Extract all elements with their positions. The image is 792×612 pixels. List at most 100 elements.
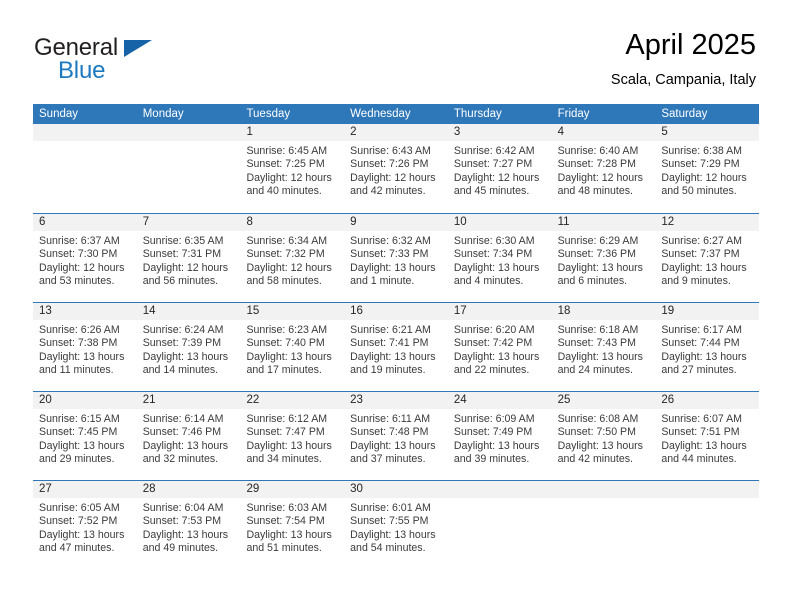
calendar-day-cell[interactable]: 15 Sunrise: 6:23 AM Sunset: 7:40 PM Dayligh… xyxy=(240,303,345,391)
day-number-band: 11 xyxy=(551,214,656,231)
day-detail-line: and 49 minutes. xyxy=(142,542,219,555)
calendar-day-cell[interactable]: 22 Sunrise: 6:12 AM Sunset: 7:47 PM Dayligh… xyxy=(240,392,345,480)
day-detail-line: Sunset: 7:27 PM xyxy=(453,158,533,171)
day-number: 10 xyxy=(453,216,467,228)
calendar-day-cell[interactable]: 12 Sunrise: 6:27 AM Sunset: 7:37 PM Dayligh… xyxy=(655,214,760,302)
calendar-day-cell[interactable]: 9 Sunrise: 6:32 AM Sunset: 7:33 PM Daylight… xyxy=(344,214,448,302)
day-detail-line: Sunrise: 6:12 AM xyxy=(246,413,328,425)
calendar-day-cell[interactable]: 17 Sunrise: 6:20 AM Sunset: 7:42 PM Dayligh… xyxy=(447,303,552,391)
day-number-band: 23 xyxy=(344,392,448,409)
day-detail-line: and 48 minutes. xyxy=(557,185,633,198)
day-detail-text: Sunrise: 6:18 AM Sunset: 7:43 PM Daylight:… xyxy=(552,320,656,378)
calendar-day-cell[interactable]: 20 Sunrise: 6:15 AM Sunset: 7:45 PM Dayligh… xyxy=(33,392,137,480)
day-detail-line: Daylight: 13 hours xyxy=(350,261,436,274)
calendar-day-cell[interactable]: 10 Sunrise: 6:30 AM Sunset: 7:34 PM Dayligh… xyxy=(447,214,552,302)
day-detail-line: and 51 minutes. xyxy=(246,542,322,555)
calendar-day-cell[interactable]: 18 Sunrise: 6:18 AM Sunset: 7:43 PM Dayligh… xyxy=(551,303,656,391)
day-number-band xyxy=(447,481,552,498)
day-detail-text: Sunrise: 6:08 AM Sunset: 7:50 PM Daylight:… xyxy=(552,409,656,467)
page-subtitle: Scala, Campania, Italy xyxy=(610,72,756,88)
day-detail-line: Sunset: 7:34 PM xyxy=(453,248,533,261)
day-detail-line: Sunrise: 6:05 AM xyxy=(39,502,120,514)
calendar-day-cell[interactable]: 29 Sunrise: 6:03 AM Sunset: 7:54 PM Dayligh… xyxy=(240,481,345,569)
day-detail-line: and 19 minutes. xyxy=(350,364,426,377)
day-detail-line: Sunset: 7:44 PM xyxy=(661,337,740,350)
calendar-day-cell[interactable]: 27 Sunrise: 6:05 AM Sunset: 7:52 PM Dayligh… xyxy=(33,481,137,569)
day-detail-line: and 54 minutes. xyxy=(350,542,426,555)
day-number: 22 xyxy=(246,394,260,406)
day-detail-line: and 34 minutes. xyxy=(246,453,322,466)
calendar-day-cell[interactable]: 4 Sunrise: 6:40 AM Sunset: 7:28 PM Daylight… xyxy=(551,124,656,213)
calendar-day-cell[interactable]: 23 Sunrise: 6:11 AM Sunset: 7:48 PM Dayligh… xyxy=(344,392,448,480)
day-detail-line: Sunrise: 6:08 AM xyxy=(557,413,639,425)
calendar-day-cell[interactable]: 2 Sunrise: 6:43 AM Sunset: 7:26 PM Daylight… xyxy=(344,124,448,213)
day-detail-line: Sunset: 7:40 PM xyxy=(246,337,325,350)
calendar-day-cell[interactable]: 28 Sunrise: 6:04 AM Sunset: 7:53 PM Dayligh… xyxy=(136,481,241,569)
day-detail-text: Sunrise: 6:37 AM Sunset: 7:30 PM Daylight:… xyxy=(33,231,137,289)
day-detail-line: and 44 minutes. xyxy=(661,453,737,466)
day-detail-line: and 47 minutes. xyxy=(39,542,115,555)
day-number-band: 10 xyxy=(447,214,552,231)
calendar-day-cell[interactable]: 6 Sunrise: 6:37 AM Sunset: 7:30 PM Daylight… xyxy=(33,214,137,302)
calendar-day-cell[interactable]: 1 Sunrise: 6:45 AM Sunset: 7:25 PM Daylight… xyxy=(240,124,345,213)
calendar-day-cell[interactable]: 5 Sunrise: 6:38 AM Sunset: 7:29 PM Daylight… xyxy=(655,124,760,213)
day-number: 30 xyxy=(350,483,363,495)
brand-logo[interactable]: General Blue xyxy=(34,34,234,86)
day-number-band: 18 xyxy=(551,303,656,320)
day-detail-line: and 14 minutes. xyxy=(142,364,219,377)
calendar-day-cell[interactable]: 13 Sunrise: 6:26 AM Sunset: 7:38 PM Dayligh… xyxy=(33,303,137,391)
day-detail-line: Daylight: 12 hours xyxy=(142,261,229,274)
day-detail-text: Sunrise: 6:01 AM Sunset: 7:55 PM Daylight:… xyxy=(344,498,448,556)
calendar-day-cell[interactable]: 7 Sunrise: 6:35 AM Sunset: 7:31 PM Daylight… xyxy=(136,214,241,302)
day-detail-text: Sunrise: 6:03 AM Sunset: 7:54 PM Daylight:… xyxy=(240,498,344,556)
weekday-header-sunday: Sunday xyxy=(39,108,79,120)
day-number: 14 xyxy=(142,305,156,317)
day-detail-line: Sunset: 7:50 PM xyxy=(557,426,636,439)
day-number-band: 13 xyxy=(33,303,137,320)
day-number: 15 xyxy=(246,305,260,317)
day-detail-line: Daylight: 13 hours xyxy=(350,528,436,541)
day-detail-line: Daylight: 13 hours xyxy=(453,261,540,274)
calendar-day-cell[interactable]: 25 Sunrise: 6:08 AM Sunset: 7:50 PM Dayligh… xyxy=(551,392,656,480)
day-detail-line: Sunset: 7:52 PM xyxy=(39,515,118,528)
calendar-week-row: 6 Sunrise: 6:37 AM Sunset: 7:30 PM Daylight… xyxy=(33,213,760,302)
day-detail-line: and 50 minutes. xyxy=(661,185,737,198)
day-number-band: 9 xyxy=(344,214,448,231)
calendar-day-cell[interactable]: 19 Sunrise: 6:17 AM Sunset: 7:44 PM Dayligh… xyxy=(655,303,760,391)
day-number-band: 4 xyxy=(551,124,656,141)
day-detail-line: Sunset: 7:53 PM xyxy=(142,515,222,528)
day-number: 23 xyxy=(350,394,363,406)
day-detail-line: Daylight: 13 hours xyxy=(557,350,643,363)
calendar-day-cell[interactable]: 8 Sunrise: 6:34 AM Sunset: 7:32 PM Daylight… xyxy=(240,214,345,302)
brand-name-blue: Blue xyxy=(58,57,106,84)
day-number-band xyxy=(136,124,241,141)
calendar-day-cell[interactable]: 21 Sunrise: 6:14 AM Sunset: 7:46 PM Dayligh… xyxy=(136,392,241,480)
day-detail-text: Sunrise: 6:09 AM Sunset: 7:49 PM Daylight:… xyxy=(448,409,552,467)
day-detail-text: Sunrise: 6:35 AM Sunset: 7:31 PM Daylight:… xyxy=(137,231,241,289)
calendar-day-cell[interactable]: 11 Sunrise: 6:29 AM Sunset: 7:36 PM Dayligh… xyxy=(551,214,656,302)
day-number: 29 xyxy=(246,483,260,495)
calendar-day-cell[interactable]: 14 Sunrise: 6:24 AM Sunset: 7:39 PM Dayligh… xyxy=(136,303,241,391)
day-detail-line: Sunrise: 6:43 AM xyxy=(350,145,431,157)
day-detail-line: Sunset: 7:25 PM xyxy=(246,158,325,171)
day-number: 20 xyxy=(39,394,52,406)
day-detail-line: Sunrise: 6:03 AM xyxy=(246,502,328,514)
calendar-day-cell[interactable]: 26 Sunrise: 6:07 AM Sunset: 7:51 PM Dayligh… xyxy=(655,392,760,480)
day-detail-text: Sunrise: 6:24 AM Sunset: 7:39 PM Daylight:… xyxy=(137,320,241,378)
calendar-day-cell[interactable]: 16 Sunrise: 6:21 AM Sunset: 7:41 PM Dayligh… xyxy=(344,303,448,391)
day-number-band: 29 xyxy=(240,481,345,498)
day-detail-line: Sunrise: 6:40 AM xyxy=(557,145,639,157)
day-number-band: 28 xyxy=(136,481,241,498)
day-detail-line: and 1 minute. xyxy=(350,275,415,288)
day-detail-line: Sunrise: 6:29 AM xyxy=(557,235,639,247)
calendar-day-cell[interactable]: 24 Sunrise: 6:09 AM Sunset: 7:49 PM Dayligh… xyxy=(447,392,552,480)
calendar-day-cell[interactable]: 3 Sunrise: 6:42 AM Sunset: 7:27 PM Daylight… xyxy=(447,124,552,213)
day-detail-line: Sunset: 7:30 PM xyxy=(39,248,118,261)
day-detail-line: Daylight: 12 hours xyxy=(39,261,125,274)
day-number-band: 26 xyxy=(655,392,760,409)
calendar-day-cell[interactable]: 30 Sunrise: 6:01 AM Sunset: 7:55 PM Dayligh… xyxy=(344,481,448,569)
day-detail-line: and 6 minutes. xyxy=(557,275,628,288)
day-detail-text: Sunrise: 6:05 AM Sunset: 7:52 PM Daylight:… xyxy=(33,498,137,556)
day-number-band: 16 xyxy=(344,303,448,320)
day-detail-line: Daylight: 13 hours xyxy=(661,439,747,452)
